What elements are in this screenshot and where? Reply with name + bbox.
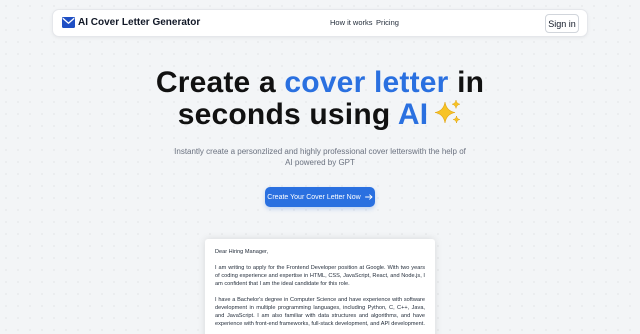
letter-greeting: Dear Hiring Manager, <box>215 249 269 255</box>
brand-name: AI Cover Letter Generator <box>78 17 201 28</box>
hero-title-text: in <box>448 66 485 99</box>
sign-in-button[interactable]: Sign in <box>545 14 579 33</box>
hero-title-accent: cover letter <box>284 66 449 99</box>
arrow-right-icon <box>364 194 373 200</box>
hero-title: Create a cover letter in seconds using A… <box>0 68 640 130</box>
navbar: AI Cover Letter Generator How it works P… <box>52 9 588 37</box>
hero-title-text: Create a <box>155 66 285 99</box>
nav-link-pricing[interactable]: Pricing <box>376 18 399 27</box>
cta-label: Create Your Cover Letter Now <box>267 193 361 201</box>
hero-title-line1: Create a cover letter in <box>156 66 484 99</box>
create-cover-letter-button[interactable]: Create Your Cover Letter Now <box>265 187 375 207</box>
brand-logo[interactable]: AI Cover Letter Generator <box>62 17 200 28</box>
nav-link-how-it-works[interactable]: How it works <box>330 18 373 27</box>
sparkles-icon <box>435 99 461 124</box>
mail-icon <box>62 17 75 28</box>
hero-title-text: seconds using <box>177 98 398 131</box>
hero-title-line2: seconds using AI <box>178 98 462 131</box>
hero-subtitle: Instantly create a personzlized and high… <box>174 147 466 167</box>
hero-title-accent: AI <box>397 98 429 131</box>
letter-paragraph: I have a Bachelor's degree in Computer S… <box>215 297 425 327</box>
letter-paragraph: I am writing to apply for the Frontend D… <box>215 265 425 287</box>
cover-letter-preview: Dear Hiring Manager, I am writing to app… <box>205 239 435 334</box>
